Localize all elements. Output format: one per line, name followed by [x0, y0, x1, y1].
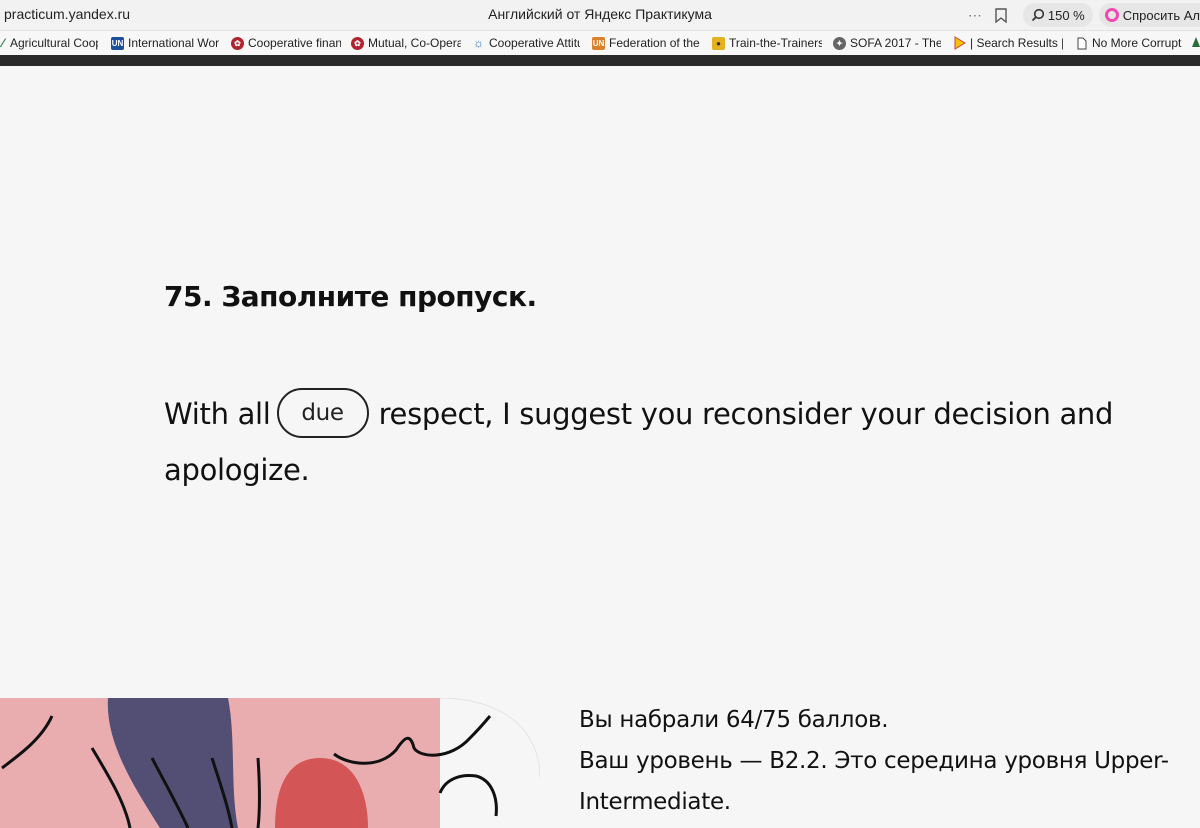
bookmarks-bar: ⁄ Agricultural Coop UN International Wor… — [0, 31, 1200, 55]
toolbar-right: ⋯ 150 % Спросить Ал — [965, 2, 1200, 28]
cooperative-logo-icon: ✿ — [231, 36, 244, 50]
bookmark-item[interactable]: | Search Results | S — [953, 36, 1063, 50]
ask-alice-label: Спросить Ал — [1122, 7, 1200, 23]
zoom-button[interactable]: 150 % — [1022, 3, 1093, 27]
result-illustration — [0, 698, 540, 828]
page-header-strip — [0, 55, 1200, 66]
un-logo-icon: UN — [111, 36, 124, 50]
level-text: Ваш уровень — B2.2. Это середина уровня … — [579, 748, 1169, 815]
bookmark-item[interactable]: ⁄ Agricultural Coop — [0, 36, 98, 50]
result-summary: Вы набрали 64/75 баллов. Ваш уровень — B… — [579, 700, 1199, 823]
bookmark-item[interactable]: UN International Work — [111, 36, 219, 50]
un-logo-icon: UN — [592, 36, 605, 50]
bookmark-item[interactable]: No More Corrupt ( — [1075, 36, 1185, 50]
answer-chip[interactable]: due — [276, 388, 369, 438]
browser-title-bar: practicum.yandex.ru Английский от Яндекс… — [0, 0, 1200, 31]
address-bar-url[interactable]: practicum.yandex.ru — [4, 6, 130, 22]
sun-logo-icon: ☼ — [473, 36, 484, 50]
bookmark-item[interactable]: ✿ Mutual, Co-Operat — [351, 36, 461, 50]
sentence-before-gap: With all — [164, 397, 271, 431]
bookmark-item[interactable]: ● Train-the-Trainers — [712, 36, 822, 50]
cooperative-logo-icon: ✿ — [351, 36, 364, 50]
bookmark-item[interactable]: ☼ Cooperative Attitu — [472, 36, 580, 50]
alice-icon — [1104, 8, 1119, 22]
question-sentence: With all due respect, I suggest you recons… — [164, 386, 1154, 498]
document-icon — [1075, 37, 1088, 50]
bookmark-overflow-icon[interactable] — [1192, 36, 1200, 48]
fao-logo-icon: ✦ — [833, 36, 846, 50]
ticket-icon: ● — [712, 36, 725, 50]
bookmark-item[interactable]: UN Federation of the — [592, 36, 702, 50]
more-options-icon[interactable]: ⋯ — [965, 5, 985, 25]
ask-alice-button[interactable]: Спросить Ал — [1098, 3, 1200, 27]
bookmark-item[interactable]: ✦ SOFA 2017 - The S — [833, 36, 941, 50]
zoom-icon — [1031, 8, 1044, 22]
play-triangle-icon — [953, 36, 966, 50]
bookmark-icon[interactable] — [991, 5, 1011, 25]
question-title: 75. Заполните пропуск. — [164, 280, 537, 313]
globe-icon: ⁄ — [1, 36, 4, 50]
zoom-level: 150 % — [1047, 7, 1085, 23]
bookmark-item[interactable]: ✿ Cooperative finan — [231, 36, 341, 50]
score-text: Вы набрали 64/75 баллов. — [579, 707, 889, 733]
